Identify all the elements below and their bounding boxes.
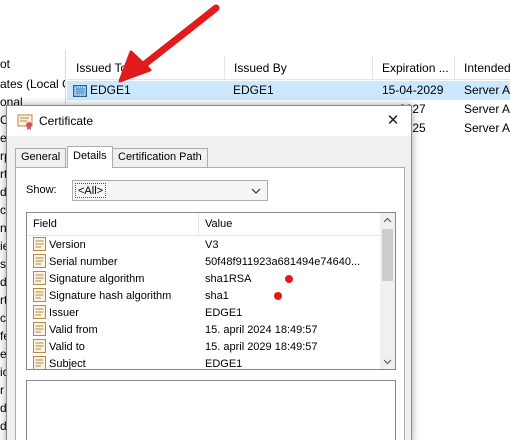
field-name-text: Signature algorithm: [49, 273, 145, 285]
dialog-titlebar[interactable]: Certificate ✕: [7, 106, 411, 136]
field-row[interactable]: Signature hash algorithm sha1: [27, 288, 381, 305]
tab-details[interactable]: Details: [67, 146, 113, 168]
certificate-icon: [73, 84, 87, 97]
field-name: Subject: [33, 356, 86, 370]
column-issued-by[interactable]: Issued By: [225, 56, 373, 80]
scroll-up-icon[interactable]: [380, 213, 395, 228]
certificate-field-icon: [33, 254, 46, 268]
certificate-field-icon: [33, 237, 46, 251]
field-name: Signature hash algorithm: [33, 288, 171, 305]
tab-certification-path[interactable]: Certification Path: [112, 148, 208, 167]
red-dot-marker: [274, 292, 282, 300]
cell-intended: Server A: [464, 83, 510, 97]
field-value: 15. april 2024 18:49:57: [205, 324, 318, 336]
field-name-text: Valid from: [49, 324, 98, 336]
certificate-field-icon: [33, 356, 46, 369]
field-row[interactable]: Version V3: [27, 237, 381, 254]
column-issued-to[interactable]: Issued To: [67, 56, 225, 80]
field-name: Valid to: [33, 339, 85, 356]
certificate-field-icon: [33, 339, 46, 353]
tree-item[interactable]: ates (Local C: [0, 76, 65, 92]
field-value: V3: [205, 239, 219, 251]
cell-issued-by: EDGE1: [233, 83, 274, 97]
field-value: EDGE1: [205, 307, 243, 319]
fields-list[interactable]: Field Value Version V3 Serial number 50f48f…: [26, 212, 396, 370]
certificate-field-icon: [33, 322, 46, 336]
field-row[interactable]: Valid from 15. april 2024 18:49:57: [27, 322, 381, 339]
field-row[interactable]: Signature algorithm sha1RSA: [27, 271, 381, 288]
certificate-icon: [17, 114, 33, 130]
show-dropdown-value: <All>: [75, 183, 107, 198]
field-name-text: Version: [49, 239, 86, 251]
tab-general[interactable]: General: [15, 148, 67, 167]
field-value: 50f48f911923a681494e74640...: [205, 256, 361, 268]
column-intended[interactable]: Intended: [455, 56, 510, 80]
chevron-down-icon: [251, 188, 261, 194]
field-row[interactable]: Valid to 15. april 2029 18:49:57: [27, 339, 381, 356]
close-icon: ✕: [386, 112, 400, 129]
field-name: Signature algorithm: [33, 271, 144, 288]
field-name: Serial number: [33, 254, 117, 271]
certificate-field-icon: [33, 271, 46, 285]
field-name: Valid from: [33, 322, 98, 339]
scrollbar-thumb[interactable]: [382, 229, 393, 281]
toolbar-area: [0, 0, 510, 50]
dialog-title: Certificate: [39, 114, 94, 128]
column-field[interactable]: Field: [27, 213, 199, 236]
list-header: Issued To Issued By Expiration ... Inten…: [67, 56, 510, 80]
show-dropdown[interactable]: <All>: [72, 180, 268, 201]
fields-header: Field Value: [27, 213, 381, 236]
field-name: Issuer: [33, 305, 79, 322]
details-panel: Show: <All> Field Value Version V3 Serial …: [15, 167, 405, 440]
scroll-down-icon[interactable]: [380, 354, 395, 369]
certificate-field-icon: [33, 305, 46, 319]
scrollbar[interactable]: [380, 213, 395, 369]
cell-intended: Server A: [464, 121, 510, 135]
field-row[interactable]: Serial number 50f48f911923a681494e74640..…: [27, 254, 381, 271]
list-item[interactable]: EDGE1 EDGE1 15-04-2029 Server A: [67, 81, 510, 100]
red-dot-marker: [285, 275, 293, 283]
field-detail-box[interactable]: [26, 380, 396, 440]
field-name: Version: [33, 237, 86, 254]
tree-item[interactable]: ot: [0, 56, 10, 72]
field-name-text: Serial number: [49, 256, 118, 268]
show-label: Show:: [26, 184, 57, 196]
field-value: 15. april 2029 18:49:57: [205, 341, 318, 353]
column-expiration[interactable]: Expiration ...: [373, 56, 455, 80]
field-value: sha1RSA: [205, 273, 252, 285]
field-value: sha1: [205, 290, 229, 302]
field-row[interactable]: Issuer EDGE1: [27, 305, 381, 322]
field-name-text: Issuer: [49, 307, 79, 319]
field-name-text: Subject: [49, 358, 86, 370]
field-row[interactable]: Subject EDGE1: [27, 356, 381, 370]
cell-issued-to: EDGE1: [73, 81, 223, 100]
field-name-text: Valid to: [49, 341, 85, 353]
close-button[interactable]: ✕: [383, 111, 403, 131]
column-value[interactable]: Value: [199, 213, 381, 236]
certificate-dialog: Certificate ✕ General Details Certificat…: [6, 105, 412, 440]
field-value: EDGE1: [205, 358, 243, 370]
cell-expiration: 15-04-2029: [382, 83, 444, 97]
cell-intended: Server A: [464, 102, 510, 116]
certificate-field-icon: [33, 288, 46, 302]
field-name-text: Signature hash algorithm: [49, 290, 172, 302]
